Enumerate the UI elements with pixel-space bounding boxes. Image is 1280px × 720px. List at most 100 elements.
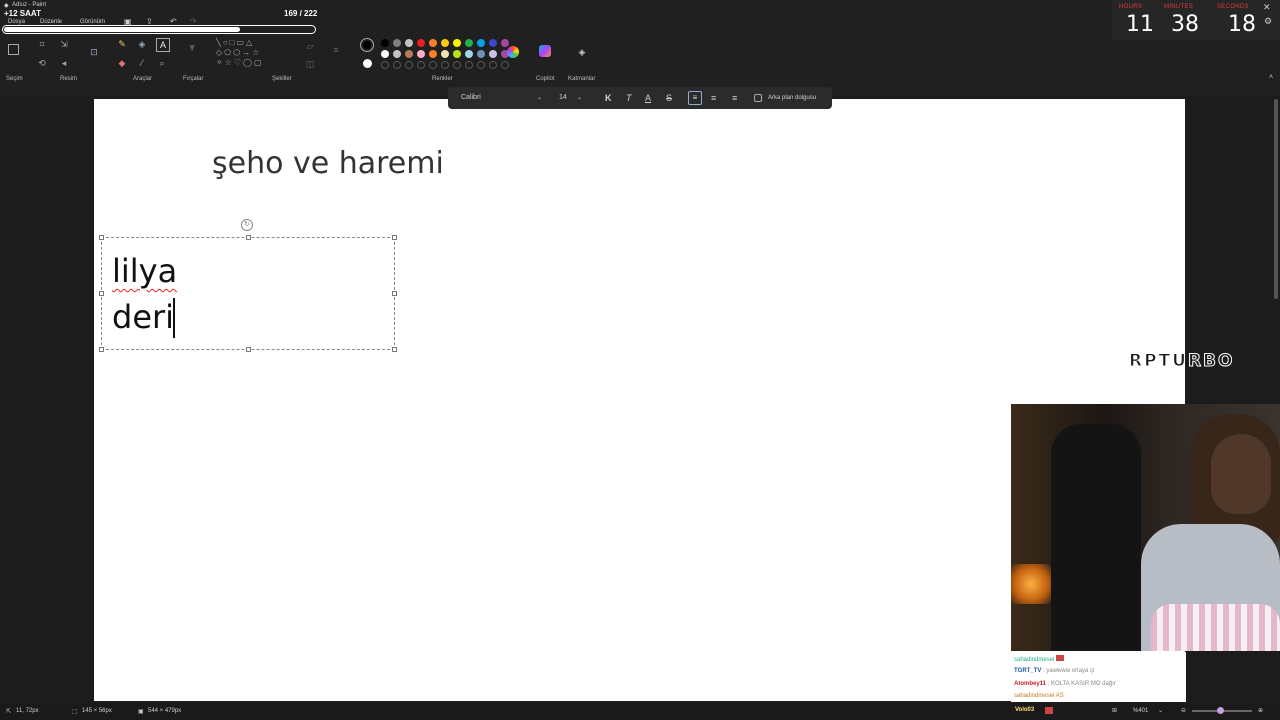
custom-color-slot[interactable]: [489, 61, 497, 69]
shape-fill-icon[interactable]: ◫: [304, 58, 316, 70]
shape-outline-icon[interactable]: ▱: [304, 40, 316, 52]
crop-icon[interactable]: ⌗: [36, 38, 48, 50]
custom-color-slot[interactable]: [429, 61, 437, 69]
eraser-icon[interactable]: ◆: [116, 57, 128, 69]
watermark-text: RPTURBO: [1128, 351, 1235, 372]
chevron-down-icon[interactable]: ⌄: [577, 94, 582, 101]
italic-button[interactable]: T: [626, 93, 632, 103]
background-fill-checkbox[interactable]: [754, 94, 762, 102]
timer-hours-label: HOURS: [1119, 4, 1143, 10]
close-icon[interactable]: ✕: [1263, 2, 1271, 13]
cursor-icon: ⇱: [6, 709, 12, 715]
text-tool-icon[interactable]: A: [156, 38, 170, 52]
custom-color-slot[interactable]: [477, 61, 485, 69]
vertical-scrollbar[interactable]: [1274, 99, 1278, 299]
shapes-gallery[interactable]: ╲○□▭△ ◇⬠⬡→☆ ✧☆♡◯▢: [216, 38, 292, 70]
group-label-selection: Seçim: [6, 76, 23, 82]
color-swatch[interactable]: [429, 39, 437, 47]
color-swatch[interactable]: [417, 50, 425, 58]
color-swatch[interactable]: [465, 39, 473, 47]
color-swatch[interactable]: [381, 50, 389, 58]
rotate-icon[interactable]: ⟲: [36, 57, 48, 69]
align-right-icon[interactable]: ≡: [732, 93, 737, 103]
resize-handle[interactable]: [392, 291, 397, 296]
color-swatch[interactable]: [393, 50, 401, 58]
color-picker-icon[interactable]: ⁄: [136, 57, 148, 69]
rotate-handle-icon[interactable]: ↻: [241, 219, 253, 231]
bold-button[interactable]: K: [605, 93, 612, 103]
image-select-icon[interactable]: ⊡: [88, 46, 100, 58]
zoom-out-icon[interactable]: ⊖: [1181, 707, 1186, 714]
edit-colors-icon[interactable]: [507, 46, 519, 58]
color-swatch[interactable]: [453, 50, 461, 58]
brush-icon[interactable]: ♆: [186, 42, 198, 54]
strikethrough-button[interactable]: S: [666, 93, 672, 103]
canvas-size-icon: ▣: [138, 709, 144, 715]
pencil-icon[interactable]: ✎: [116, 38, 128, 50]
color-swatch[interactable]: [405, 39, 413, 47]
group-label-copilot: Copilot: [536, 76, 555, 82]
custom-color-slot[interactable]: [417, 61, 425, 69]
secondary-color-swatch[interactable]: [363, 59, 372, 68]
copilot-icon[interactable]: [539, 45, 551, 57]
zoom-slider-thumb[interactable]: [1217, 707, 1224, 714]
color-swatch[interactable]: [381, 39, 389, 47]
flip-icon[interactable]: ◂: [58, 57, 70, 69]
color-swatch[interactable]: [453, 39, 461, 47]
gaming-chair: [1051, 424, 1141, 651]
color-swatch[interactable]: [405, 50, 413, 58]
color-swatch[interactable]: [465, 50, 473, 58]
color-swatch[interactable]: [477, 50, 485, 58]
resize-handle[interactable]: [392, 235, 397, 240]
layers-icon[interactable]: ◈: [576, 46, 588, 58]
font-size-select[interactable]: 14: [559, 94, 567, 101]
color-swatch[interactable]: [393, 39, 401, 47]
resize-handle[interactable]: [99, 347, 104, 352]
custom-color-slot[interactable]: [501, 61, 509, 69]
color-swatch[interactable]: [441, 39, 449, 47]
zoom-in-icon[interactable]: ⊕: [1258, 707, 1263, 714]
status-emote-icon: [1045, 707, 1053, 714]
chevron-down-icon[interactable]: ⌄: [1158, 707, 1163, 714]
resize-handle[interactable]: [246, 235, 251, 240]
fit-to-window-icon[interactable]: ⊞: [1112, 707, 1117, 714]
font-family-select[interactable]: Calibri: [461, 94, 481, 101]
color-swatch[interactable]: [429, 50, 437, 58]
ribbon-collapse-icon[interactable]: ˄: [1269, 74, 1273, 81]
color-swatch[interactable]: [477, 39, 485, 47]
custom-color-slot[interactable]: [405, 61, 413, 69]
custom-color-slot[interactable]: [381, 61, 389, 69]
custom-color-slot[interactable]: [465, 61, 473, 69]
color-swatch[interactable]: [417, 39, 425, 47]
resize-handle[interactable]: [99, 291, 104, 296]
underline-button[interactable]: A: [645, 93, 651, 103]
custom-color-slot[interactable]: [453, 61, 461, 69]
color-swatch[interactable]: [501, 39, 509, 47]
shape-size-icon[interactable]: ≡: [330, 44, 342, 56]
color-swatch[interactable]: [441, 50, 449, 58]
chat-username: Atombey11: [1014, 681, 1047, 687]
resize-handle[interactable]: [392, 347, 397, 352]
primary-color-swatch[interactable]: [363, 41, 371, 49]
selection-icon: ⬚: [72, 709, 78, 715]
align-center-icon[interactable]: ≡: [711, 93, 716, 103]
resize-icon[interactable]: ⇲: [58, 38, 70, 50]
group-label-shapes: Şekiller: [272, 76, 292, 82]
align-left-icon[interactable]: ≡: [688, 91, 702, 105]
custom-color-slot[interactable]: [393, 61, 401, 69]
magnifier-icon[interactable]: ⌕: [156, 57, 168, 69]
settings-icon[interactable]: ⚙: [1264, 16, 1272, 27]
chevron-down-icon[interactable]: ⌄: [537, 94, 542, 101]
color-swatch[interactable]: [489, 50, 497, 58]
cursor-position: 11, 72px: [16, 708, 39, 714]
selection-size: 145 × 56px: [82, 708, 112, 714]
fill-icon[interactable]: ◈: [136, 38, 148, 50]
custom-color-slot[interactable]: [441, 61, 449, 69]
chat-username: sahadindmesei: [1014, 693, 1055, 699]
zoom-level[interactable]: %401: [1133, 708, 1148, 714]
group-label-tools: Araçlar: [133, 76, 153, 82]
color-swatch[interactable]: [489, 39, 497, 47]
resize-handle[interactable]: [246, 347, 251, 352]
select-rectangle-icon[interactable]: [8, 44, 19, 55]
resize-handle[interactable]: [99, 235, 104, 240]
